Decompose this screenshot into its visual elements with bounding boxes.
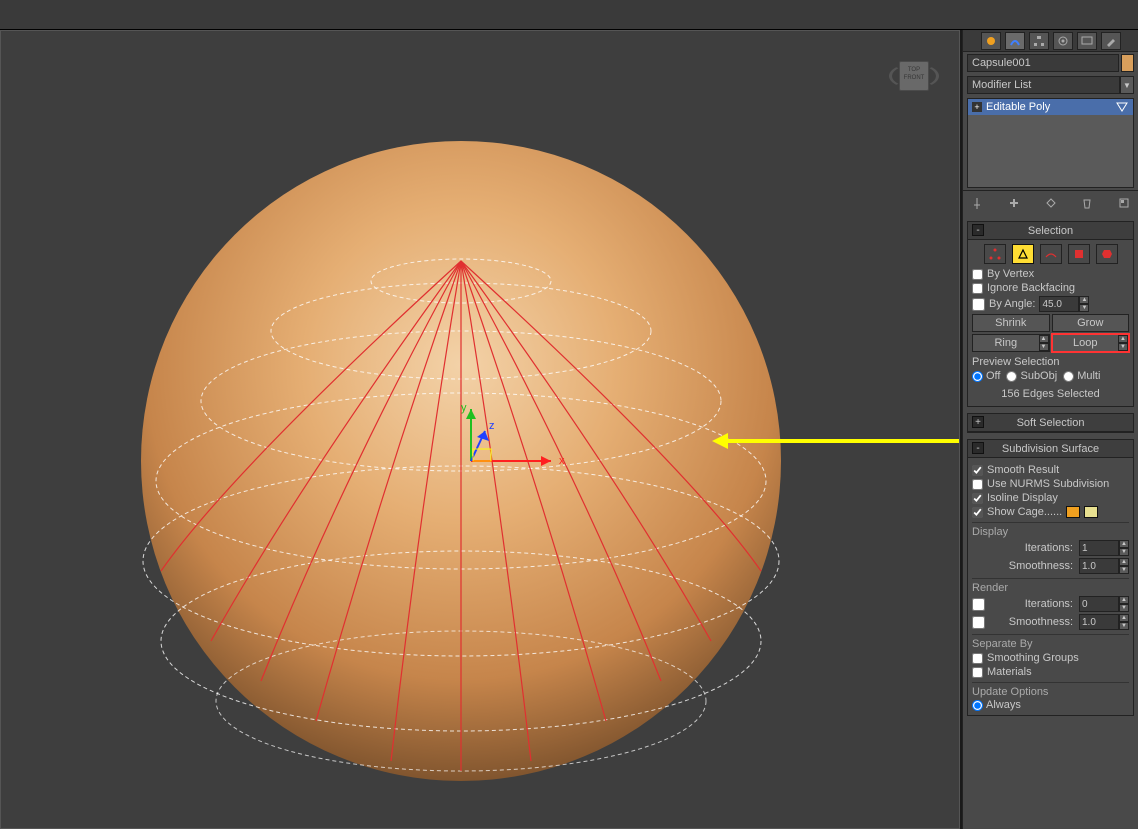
tab-modify[interactable] (1005, 32, 1025, 50)
subobj-polygon[interactable] (1068, 244, 1090, 264)
wireframe-overlay (141, 141, 781, 781)
angle-input[interactable] (1039, 296, 1079, 312)
group-separate: Separate By (972, 634, 1129, 650)
spin-up-icon[interactable]: ▲ (1079, 296, 1089, 304)
subobj-element[interactable] (1096, 244, 1118, 264)
rollout-selection: - Selection By Vertex Ignore Backfacing … (967, 221, 1134, 407)
subobj-edge[interactable] (1012, 244, 1034, 264)
show-end-result-icon[interactable] (1006, 195, 1022, 211)
render-iterations-input (1079, 596, 1119, 612)
group-display: Display (972, 522, 1129, 538)
make-unique-icon[interactable] (1043, 195, 1059, 211)
cage-color-1[interactable] (1066, 506, 1080, 518)
group-update: Update Options (972, 682, 1129, 698)
subobj-border[interactable] (1040, 244, 1062, 264)
object-name-input[interactable] (967, 54, 1119, 72)
modifier-list-dropdown[interactable]: Modifier List (967, 76, 1120, 94)
remove-modifier-icon[interactable] (1079, 195, 1095, 211)
command-panel: Modifier List ▼ + Editable Poly - Select… (962, 30, 1138, 829)
tab-motion[interactable] (1053, 32, 1073, 50)
check-render-smoothness[interactable] (972, 616, 985, 629)
check-isoline[interactable] (972, 493, 983, 504)
viewport[interactable]: x y z TOPFRONT (0, 30, 960, 829)
spin-down-icon[interactable]: ▼ (1079, 304, 1089, 312)
radio-subobj[interactable] (1006, 371, 1017, 382)
annotation-arrow (716, 439, 960, 443)
check-by-vertex[interactable] (972, 269, 983, 280)
rollout-head-subdiv[interactable]: - Subdivision Surface (968, 440, 1133, 458)
stack-item-label: Editable Poly (986, 101, 1050, 113)
subobj-vertex[interactable] (984, 244, 1006, 264)
panel-tabs (963, 30, 1138, 52)
stack-item-editable-poly[interactable]: + Editable Poly (968, 99, 1133, 115)
rollout-head-selection[interactable]: - Selection (968, 222, 1133, 240)
loop-button[interactable]: Loop▲▼ (1052, 334, 1130, 352)
tab-display[interactable] (1077, 32, 1097, 50)
radio-always[interactable] (972, 700, 983, 711)
display-smoothness-input[interactable] (1079, 558, 1119, 574)
rollout-head-soft-selection[interactable]: + Soft Selection (968, 414, 1133, 432)
check-materials[interactable] (972, 667, 983, 678)
check-smooth-result[interactable] (972, 465, 983, 476)
expand-icon[interactable]: + (972, 102, 982, 112)
radio-multi[interactable] (1063, 371, 1074, 382)
mesh-sphere[interactable] (141, 141, 781, 781)
menu-bar (0, 0, 1138, 30)
stack-toolbar (963, 190, 1138, 215)
render-smoothness-input (1079, 614, 1119, 630)
display-iterations-input[interactable] (1079, 540, 1119, 556)
pin-stack-icon[interactable] (969, 195, 985, 211)
cage-color-2[interactable] (1084, 506, 1098, 518)
view-cube[interactable]: TOPFRONT (889, 51, 939, 101)
tab-utilities[interactable] (1101, 32, 1121, 50)
rollout-soft-selection: + Soft Selection (967, 413, 1134, 433)
rollout-subdiv: - Subdivision Surface Smooth Result Use … (967, 439, 1134, 716)
group-render: Render (972, 578, 1129, 594)
check-by-angle[interactable] (972, 298, 985, 311)
modifier-stack[interactable]: + Editable Poly (968, 99, 1133, 187)
expand-icon: + (972, 416, 984, 428)
modifier-list-label: Modifier List (972, 79, 1031, 91)
check-render-iterations[interactable] (972, 598, 985, 611)
grow-button[interactable]: Grow (1052, 314, 1130, 332)
selection-info: 156 Edges Selected (972, 388, 1129, 400)
radio-off[interactable] (972, 371, 983, 382)
check-nurms[interactable] (972, 479, 983, 490)
chevron-down-icon[interactable]: ▼ (1120, 76, 1134, 94)
check-smoothing-groups[interactable] (972, 653, 983, 664)
ring-button[interactable]: Ring▲▼ (972, 334, 1050, 352)
shrink-button[interactable]: Shrink (972, 314, 1050, 332)
collapse-icon: - (972, 442, 984, 454)
object-color-swatch[interactable] (1121, 54, 1134, 72)
preview-label: Preview Selection (972, 356, 1129, 368)
tab-create[interactable] (981, 32, 1001, 50)
check-ignore-backfacing[interactable] (972, 283, 983, 294)
configure-sets-icon[interactable] (1116, 195, 1132, 211)
collapse-icon: - (972, 224, 984, 236)
check-show-cage[interactable] (972, 507, 983, 518)
tab-hierarchy[interactable] (1029, 32, 1049, 50)
stack-item-icon (1115, 101, 1129, 113)
